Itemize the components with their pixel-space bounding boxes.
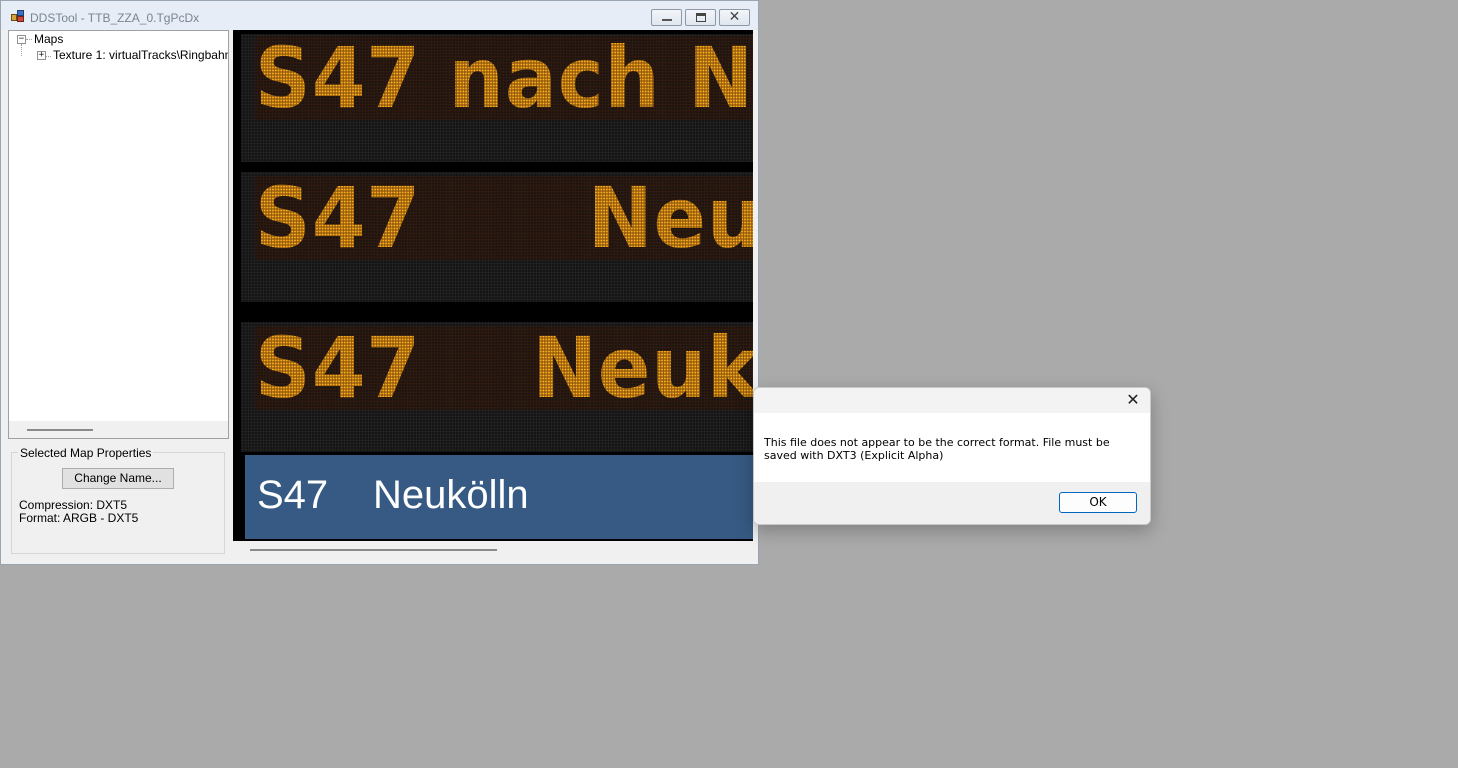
title-bar[interactable]: DDSTool - TTB_ZZA_0.TgPcDx ✕ <box>1 1 758 30</box>
window-title: DDSTool - TTB_ZZA_0.TgPcDx <box>30 11 200 25</box>
group-label: Selected Map Properties <box>18 446 154 460</box>
scrollbar-thumb[interactable] <box>27 429 93 431</box>
change-name-button[interactable]: Change Name... <box>62 468 174 489</box>
blue-display-panel: S47 Neukölln <box>245 455 753 539</box>
close-button[interactable]: ✕ <box>719 9 750 26</box>
dialog-footer: OK <box>754 482 1150 524</box>
ok-button[interactable]: OK <box>1059 492 1137 513</box>
led-text-1: S47 nach Neukölln <box>255 36 753 120</box>
ddstool-window: DDSTool - TTB_ZZA_0.TgPcDx ✕ − Maps + Te… <box>0 0 759 565</box>
maximize-icon <box>696 13 706 22</box>
blue-line-number: S47 <box>257 473 329 517</box>
dialog-title-bar[interactable]: ✕ <box>754 388 1150 413</box>
led-text-2: S47 Neukölln <box>255 176 753 260</box>
scrollbar-thumb[interactable] <box>250 549 497 551</box>
tree-node-texture-1[interactable]: Texture 1: virtualTracks\Ringbahn\F <box>53 48 228 63</box>
led-row-2: S47 Neukölln <box>241 172 753 302</box>
tree-expand-icon[interactable]: + <box>37 51 46 60</box>
dialog-close-icon[interactable]: ✕ <box>1122 390 1144 410</box>
error-dialog: ✕ This file does not appear to be the co… <box>753 387 1151 525</box>
compression-value: Compression: DXT5 <box>19 498 128 512</box>
led-row-3: S47 Neukölln <box>241 322 753 452</box>
format-value: Format: ARGB - DXT5 <box>19 511 139 525</box>
maps-tree-view[interactable]: − Maps + Texture 1: virtualTracks\Ringba… <box>8 30 229 439</box>
minimize-icon <box>662 19 672 21</box>
tree-node-maps[interactable]: Maps <box>34 32 63 47</box>
blue-destination: Neukölln <box>373 473 529 517</box>
led-text-3: S47 Neukölln <box>255 326 753 410</box>
tree-horizontal-scrollbar[interactable] <box>9 421 228 438</box>
minimize-button[interactable] <box>651 9 682 26</box>
led-row-1: S47 nach Neukölln <box>241 34 753 162</box>
maximize-button[interactable] <box>685 9 716 26</box>
tree-collapse-icon[interactable]: − <box>17 35 26 44</box>
close-icon: ✕ <box>728 9 741 25</box>
preview-horizontal-scrollbar[interactable] <box>233 541 753 558</box>
ddstool-app-icon[interactable] <box>11 10 24 22</box>
texture-preview[interactable]: S47 nach Neukölln S47 Neukölln S47 Neukö… <box>233 30 753 541</box>
dialog-message: This file does not appear to be the corr… <box>764 436 1110 462</box>
